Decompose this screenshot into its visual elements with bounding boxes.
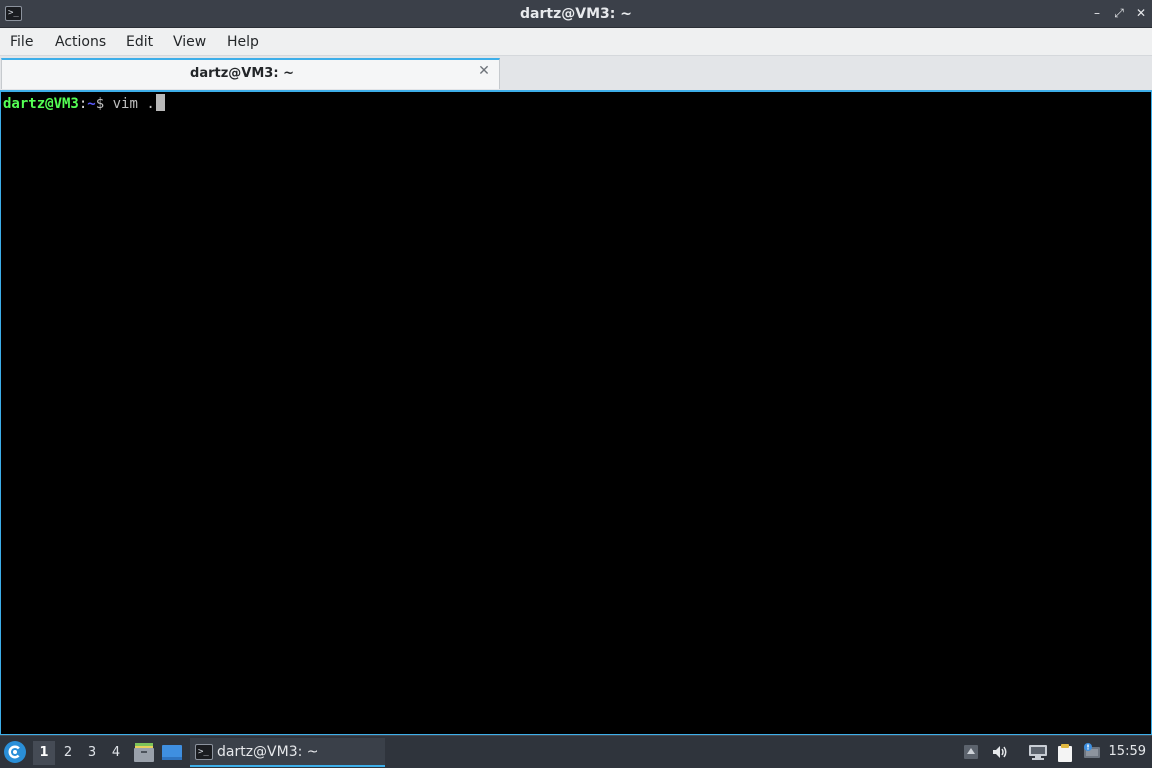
prompt-user: dartz@VM3: [3, 96, 79, 112]
menu-actions[interactable]: Actions: [55, 34, 106, 50]
minimize-button[interactable]: –: [1089, 5, 1105, 21]
app-menu-icon[interactable]: [4, 741, 26, 763]
terminal-icon: >_: [195, 744, 213, 760]
text-cursor: [155, 94, 165, 111]
prompt-dollar: $: [95, 96, 105, 112]
terminal-command: vim .: [104, 96, 155, 112]
terminal-view[interactable]: dartz@VM3:~$ vim .: [0, 90, 1152, 735]
task-label: dartz@VM3: ~: [217, 744, 319, 760]
menu-view[interactable]: View: [173, 34, 206, 50]
maximize-button[interactable]: ⤢: [1111, 5, 1127, 21]
desktop-2-button[interactable]: 2: [57, 741, 79, 765]
desktop-4-button[interactable]: 4: [105, 741, 127, 765]
close-button[interactable]: ✕: [1133, 5, 1149, 21]
window-title: dartz@VM3: ~: [520, 6, 632, 22]
taskbar: 1 2 3 4 >_ dartz@VM3: ~ 15:59: [0, 735, 1152, 768]
desktop-1-button[interactable]: 1: [33, 741, 55, 765]
menu-help[interactable]: Help: [227, 34, 259, 50]
network-icon[interactable]: [1028, 743, 1047, 761]
prompt-path: ~: [87, 96, 96, 112]
volume-icon[interactable]: [991, 743, 1009, 761]
task-terminal[interactable]: >_ dartz@VM3: ~: [190, 738, 385, 767]
desktop-3-button[interactable]: 3: [81, 741, 103, 765]
menu-bar: File Actions Edit View Help: [0, 28, 1152, 56]
clock[interactable]: 15:59: [1109, 744, 1146, 759]
file-manager-icon[interactable]: [133, 742, 155, 763]
update-notifier-icon[interactable]: [1082, 743, 1100, 761]
tab-bar: dartz@VM3: ~ ✕: [0, 56, 1152, 90]
terminal-prompt-line: dartz@VM3:~$ vim .: [3, 94, 165, 113]
clipboard-icon[interactable]: [1056, 743, 1074, 762]
tab-close-icon[interactable]: ✕: [477, 64, 491, 78]
window-titlebar[interactable]: >_ dartz@VM3: ~ – ⤢ ✕: [0, 0, 1152, 28]
tab-label: dartz@VM3: ~: [190, 66, 294, 81]
tab-terminal[interactable]: dartz@VM3: ~ ✕: [1, 58, 500, 89]
tray-expand-icon[interactable]: [962, 743, 980, 761]
menu-edit[interactable]: Edit: [126, 34, 153, 50]
menu-file[interactable]: File: [10, 34, 33, 50]
show-desktop-icon[interactable]: [161, 742, 183, 763]
